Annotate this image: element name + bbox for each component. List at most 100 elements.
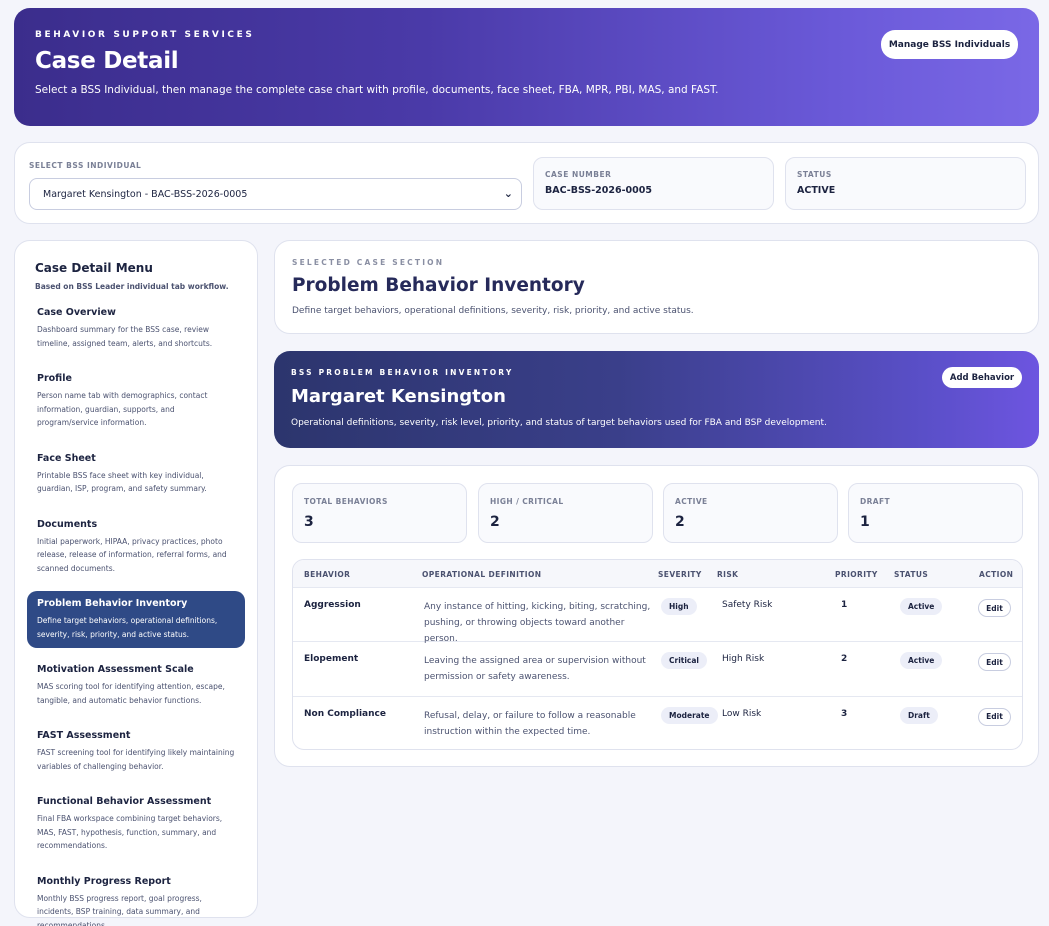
sidebar-item-label: Functional Behavior Assessment bbox=[37, 796, 212, 807]
inventory-subtitle: Operational definitions, severity, risk … bbox=[291, 418, 827, 428]
stat-value: 3 bbox=[304, 514, 314, 530]
stat-total-behaviors: TOTAL BEHAVIORS 3 bbox=[292, 483, 467, 543]
behavior-data-card: TOTAL BEHAVIORS 3 HIGH / CRITICAL 2 ACTI… bbox=[274, 465, 1039, 767]
sidebar-item-problem-behavior-inventory[interactable]: Problem Behavior Inventory Define target… bbox=[27, 591, 245, 648]
priority-value: 3 bbox=[841, 708, 848, 719]
risk-value: High Risk bbox=[722, 654, 765, 665]
sidebar-item-label: Profile bbox=[37, 373, 72, 384]
edit-button[interactable]: Edit bbox=[978, 599, 1011, 617]
inventory-eyebrow: BSS PROBLEM BEHAVIOR INVENTORY bbox=[291, 368, 514, 377]
stat-label: ACTIVE bbox=[675, 497, 708, 506]
table-header: BEHAVIOR OPERATIONAL DEFINITION SEVERITY… bbox=[293, 560, 1022, 588]
sidebar-item-label: Face Sheet bbox=[37, 452, 96, 464]
severity-badge: Moderate bbox=[661, 706, 718, 724]
edit-button[interactable]: Edit bbox=[978, 653, 1011, 672]
table-row: Elopement Leaving the assigned area or s… bbox=[293, 642, 1022, 697]
risk-value: Low Risk bbox=[722, 708, 762, 719]
sidebar-item-description: Dashboard summary for the BSS case, revi… bbox=[37, 325, 213, 348]
header-eyebrow: BEHAVIOR SUPPORT SERVICES bbox=[35, 30, 255, 40]
selected-section-card: SELECTED CASE SECTION Problem Behavior I… bbox=[274, 240, 1039, 334]
individual-name: Margaret Kensington bbox=[291, 386, 506, 407]
individual-select[interactable]: Margaret Kensington - BAC-BSS-2026-0005 … bbox=[29, 178, 522, 210]
risk-value: Safety Risk bbox=[722, 600, 773, 610]
sidebar-item-motivation-assessment-scale[interactable]: Motivation Assessment Scale MAS scoring … bbox=[27, 657, 245, 714]
sidebar-item-label: Problem Behavior Inventory bbox=[37, 598, 188, 609]
select-individual-label: SELECT BSS INDIVIDUAL bbox=[29, 161, 142, 170]
sidebar-item-documents[interactable]: Documents Initial paperwork, HIPAA, priv… bbox=[27, 512, 245, 583]
manage-bss-individuals-button[interactable]: Manage BSS Individuals bbox=[881, 30, 1018, 59]
add-behavior-button[interactable]: Add Behavior bbox=[942, 367, 1022, 388]
case-detail-menu: Case Detail Menu Based on BSS Leader ind… bbox=[14, 240, 258, 926]
page-header: BEHAVIOR SUPPORT SERVICES Case Detail Se… bbox=[14, 8, 1039, 126]
sidebar-item-monthly-progress-report[interactable]: Monthly Progress Report Monthly BSS prog… bbox=[27, 869, 245, 926]
status-label: STATUS bbox=[797, 170, 832, 179]
severity-badge: Critical bbox=[661, 652, 708, 670]
sidebar-item-fast-assessment[interactable]: FAST Assessment FAST screening tool for … bbox=[27, 723, 245, 780]
edit-button[interactable]: Edit bbox=[978, 707, 1011, 726]
priority-value: 2 bbox=[841, 654, 848, 665]
individual-selector-card: SELECT BSS INDIVIDUAL Margaret Kensingto… bbox=[14, 142, 1039, 224]
column-header-priority: PRIORITY bbox=[835, 570, 878, 579]
sidebar-item-description: Initial paperwork, HIPAA, privacy practi… bbox=[37, 536, 227, 573]
column-header-risk: RISK bbox=[717, 570, 739, 579]
stat-draft: DRAFT 1 bbox=[848, 483, 1023, 543]
stat-label: TOTAL BEHAVIORS bbox=[304, 497, 388, 506]
sidebar-item-face-sheet[interactable]: Face Sheet Printable BSS face sheet with… bbox=[27, 446, 245, 503]
sidebar-item-description: Person name tab with demographics, conta… bbox=[37, 391, 208, 427]
menu-title: Case Detail Menu bbox=[35, 261, 153, 275]
column-header-action: ACTION bbox=[979, 570, 1014, 579]
stat-value: 2 bbox=[675, 514, 685, 530]
sidebar-item-profile[interactable]: Profile Person name tab with demographic… bbox=[27, 366, 245, 437]
behavior-name: Aggression bbox=[304, 600, 361, 610]
status-badge: Active bbox=[900, 598, 943, 615]
stat-value: 1 bbox=[860, 514, 870, 530]
status-box: STATUS ACTIVE bbox=[785, 157, 1026, 210]
table-row: Aggression Any instance of hitting, kick… bbox=[293, 588, 1022, 644]
behavior-definition: Leaving the assigned area or supervision… bbox=[424, 656, 646, 683]
table-row: Non Compliance Refusal, delay, or failur… bbox=[293, 697, 1022, 749]
menu-hint: Based on BSS Leader individual tab workf… bbox=[35, 282, 229, 291]
sidebar-item-label: Motivation Assessment Scale bbox=[37, 664, 194, 675]
sidebar-item-description: Printable BSS face sheet with key indivi… bbox=[37, 470, 207, 494]
stat-value: 2 bbox=[490, 514, 500, 530]
case-number-box: CASE NUMBER BAC-BSS-2026-0005 bbox=[533, 157, 774, 210]
behavior-definition: Refusal, delay, or failure to follow a r… bbox=[424, 710, 636, 737]
sidebar-item-description: Monthly BSS progress report, goal progre… bbox=[37, 893, 202, 926]
behavior-definition: Any instance of hitting, kicking, biting… bbox=[424, 602, 651, 644]
sidebar-item-label: Documents bbox=[37, 518, 98, 530]
behavior-name: Elopement bbox=[304, 654, 359, 665]
sidebar-item-description: FAST screening tool for identifying like… bbox=[37, 748, 235, 771]
column-header-behavior: BEHAVIOR bbox=[304, 570, 351, 579]
stat-label: HIGH / CRITICAL bbox=[490, 497, 564, 506]
sidebar-item-functional-behavior-assessment[interactable]: Functional Behavior Assessment Final FBA… bbox=[27, 789, 245, 860]
status-badge: Active bbox=[900, 652, 943, 670]
sidebar-item-label: Case Overview bbox=[37, 307, 116, 318]
status-value: ACTIVE bbox=[797, 185, 836, 196]
header-subtitle: Select a BSS Individual, then manage the… bbox=[35, 84, 719, 96]
section-eyebrow: SELECTED CASE SECTION bbox=[292, 258, 445, 267]
status-badge: Draft bbox=[900, 706, 938, 724]
sidebar-item-case-overview[interactable]: Case Overview Dashboard summary for the … bbox=[27, 300, 245, 357]
stat-label: DRAFT bbox=[860, 497, 891, 506]
section-subtitle: Define target behaviors, operational def… bbox=[292, 306, 694, 316]
severity-badge: High bbox=[661, 598, 697, 615]
individual-select-value: Margaret Kensington - BAC-BSS-2026-0005 bbox=[43, 189, 248, 200]
stat-high-critical: HIGH / CRITICAL 2 bbox=[478, 483, 653, 543]
column-header-severity: SEVERITY bbox=[658, 570, 702, 579]
priority-value: 1 bbox=[841, 600, 848, 610]
chevron-down-icon: ⌄ bbox=[503, 187, 513, 200]
stat-active: ACTIVE 2 bbox=[663, 483, 838, 543]
sidebar-item-description: MAS scoring tool for identifying attenti… bbox=[37, 682, 225, 705]
section-title: Problem Behavior Inventory bbox=[292, 275, 585, 296]
sidebar-item-description: Final FBA workspace combining target beh… bbox=[37, 814, 223, 850]
sidebar-item-description: Define target behaviors, operational def… bbox=[37, 616, 218, 639]
behavior-name: Non Compliance bbox=[304, 708, 386, 719]
case-number-label: CASE NUMBER bbox=[545, 170, 612, 179]
column-header-definition: OPERATIONAL DEFINITION bbox=[422, 570, 542, 579]
inventory-banner: BSS PROBLEM BEHAVIOR INVENTORY Margaret … bbox=[274, 351, 1039, 448]
case-number-value: BAC-BSS-2026-0005 bbox=[545, 185, 652, 196]
column-header-status: STATUS bbox=[894, 570, 929, 579]
behavior-table: BEHAVIOR OPERATIONAL DEFINITION SEVERITY… bbox=[292, 559, 1023, 750]
page-title: Case Detail bbox=[35, 48, 179, 74]
sidebar-item-label: Monthly Progress Report bbox=[37, 875, 171, 887]
